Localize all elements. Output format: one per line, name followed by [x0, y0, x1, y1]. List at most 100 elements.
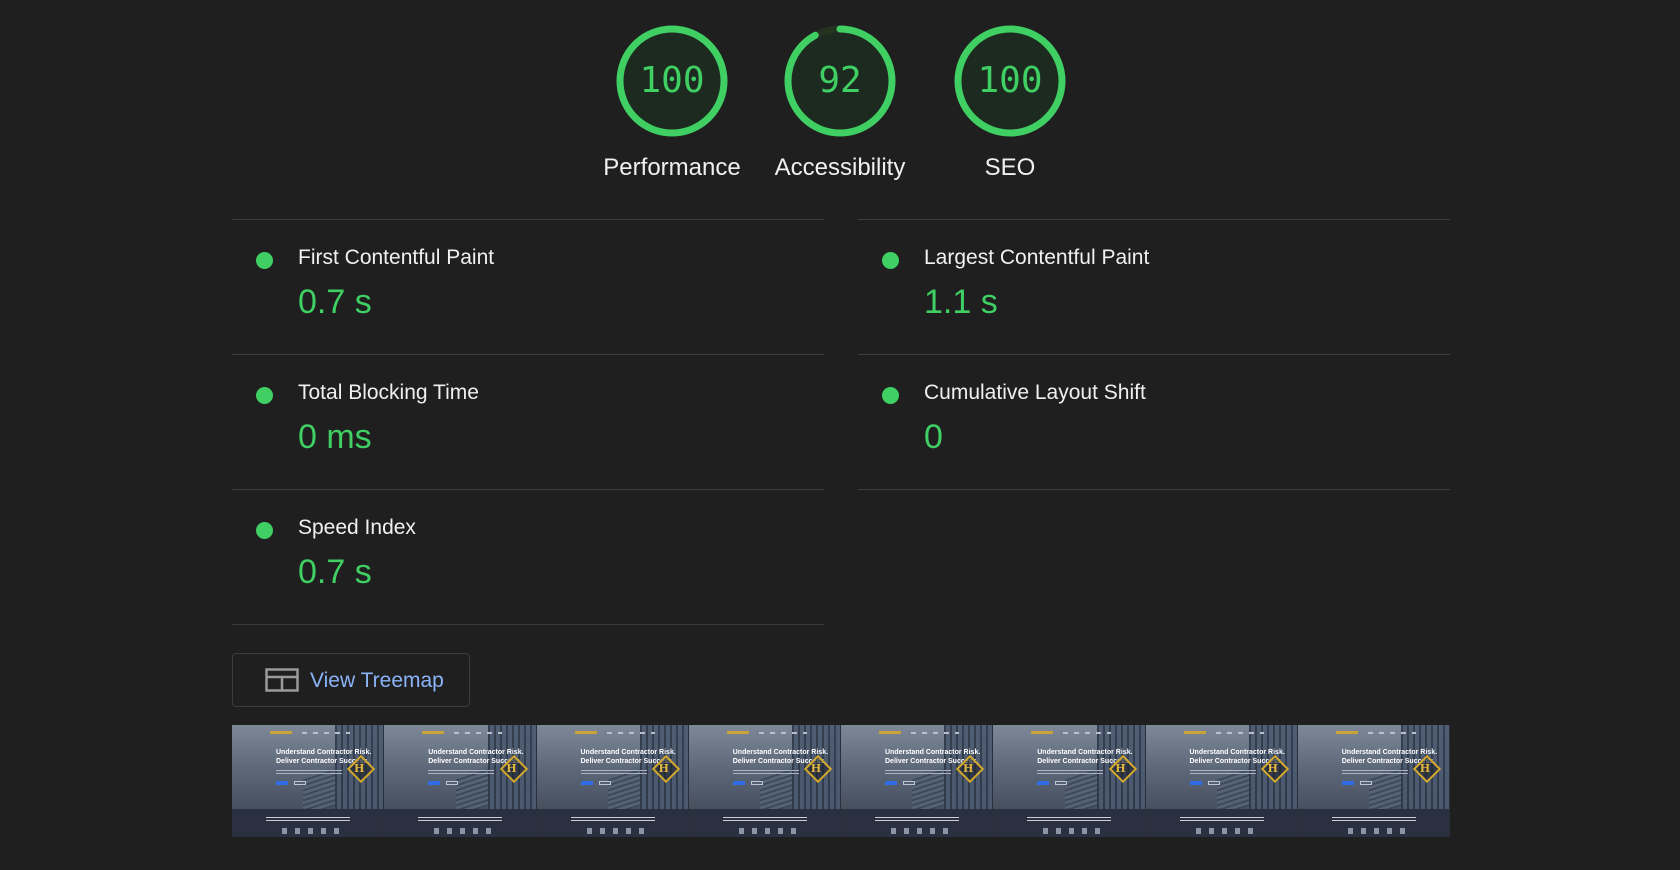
- frame-secondary-button: [446, 781, 459, 785]
- frame-footer-icons: [1043, 828, 1104, 834]
- frame-badge-letter: H: [810, 762, 822, 775]
- treemap-icon: [265, 668, 299, 692]
- frame-badge-letter: H: [354, 762, 365, 775]
- filmstrip-frame: Understand Contractor Risk. Deliver Contr…: [536, 725, 689, 837]
- frame-footer-icons: [1195, 828, 1256, 834]
- gauge-accessibility[interactable]: 92 Accessibility: [755, 24, 925, 194]
- gauge-label: Performance: [603, 154, 741, 181]
- metric-cumulative-layout-shift[interactable]: Cumulative Layout Shift 0: [858, 354, 1450, 490]
- frame-secondary-button: [1207, 781, 1220, 785]
- frame-badge-letter: H: [658, 762, 669, 775]
- metric-value: 1.1 s: [924, 283, 998, 321]
- frame-footer-text: [418, 817, 503, 821]
- frame-logo: [574, 731, 597, 734]
- frame-logo: [1335, 731, 1358, 734]
- filmstrip-frame: Understand Contractor Risk. Deliver Contr…: [993, 725, 1146, 837]
- frame-logo: [879, 731, 901, 734]
- metric-title: Speed Index: [298, 516, 416, 539]
- frame-badge-letter: H: [506, 762, 517, 775]
- frame-badge-letter: H: [1419, 762, 1431, 775]
- metric-value: 0.7 s: [298, 553, 372, 591]
- frame-footer-icons: [434, 828, 495, 834]
- pass-indicator-icon: [256, 252, 273, 269]
- view-treemap-button[interactable]: View Treemap: [232, 653, 470, 707]
- frame-secondary-button: [750, 781, 763, 785]
- pass-indicator-icon: [882, 387, 899, 404]
- metric-value: 0: [924, 418, 943, 456]
- frame-nav: [1063, 732, 1112, 734]
- frame-cta-button: [885, 781, 897, 785]
- frame-nav: [1367, 732, 1416, 734]
- frame-body-text: [885, 770, 951, 776]
- frame-footer-icons: [738, 828, 799, 834]
- frame-secondary-button: [1359, 781, 1372, 785]
- metric-title: Total Blocking Time: [298, 381, 479, 404]
- metrics-column-right: Largest Contentful Paint 1.1 s Cumulativ…: [858, 219, 1450, 490]
- metric-title: Cumulative Layout Shift: [924, 381, 1146, 404]
- frame-secondary-button: [294, 781, 306, 785]
- frame-nav: [911, 732, 959, 734]
- frame-nav: [606, 732, 655, 734]
- frame-cta-button: [428, 781, 441, 785]
- filmstrip-frame: Understand Contractor Risk. Deliver Contr…: [384, 725, 537, 837]
- frame-cta-button: [1189, 781, 1202, 785]
- metric-largest-contentful-paint[interactable]: Largest Contentful Paint 1.1 s: [858, 219, 1450, 354]
- frame-footer-text: [1027, 817, 1112, 821]
- frame-body-text: [1037, 770, 1104, 776]
- frame-footer-text: [266, 817, 350, 821]
- frame-nav: [302, 732, 350, 734]
- frame-footer-icons: [891, 828, 951, 834]
- frame-secondary-button: [598, 781, 611, 785]
- gauge-performance[interactable]: 100 Performance: [587, 24, 757, 194]
- metric-first-contentful-paint[interactable]: First Contentful Paint 0.7 s: [232, 219, 824, 354]
- frame-footer-text: [1331, 817, 1416, 821]
- frame-body-text: [428, 770, 495, 776]
- gauge-seo[interactable]: 100 SEO: [925, 24, 1095, 194]
- frame-nav: [454, 732, 503, 734]
- filmstrip-frame: Understand Contractor Risk. Deliver Contr…: [232, 725, 385, 837]
- filmstrip: Understand Contractor Risk. Deliver Contr…: [232, 725, 1450, 837]
- frame-body-text: [1341, 770, 1408, 776]
- filmstrip-frame: Understand Contractor Risk. Deliver Contr…: [841, 725, 994, 837]
- metric-speed-index[interactable]: Speed Index 0.7 s: [232, 489, 824, 625]
- frame-footer-icons: [1347, 828, 1408, 834]
- gauge-score: 92: [818, 60, 862, 101]
- gauge-score: 100: [977, 60, 1043, 101]
- frame-body-text: [276, 770, 342, 776]
- frame-body-text: [1189, 770, 1256, 776]
- frame-footer-icons: [586, 828, 647, 834]
- frame-badge-letter: H: [1267, 762, 1278, 775]
- lighthouse-report: 100 Performance 92 Accessibility 100 SEO: [0, 0, 1680, 870]
- frame-footer-text: [1179, 817, 1264, 821]
- frame-cta-button: [732, 781, 745, 785]
- frame-footer-icons: [282, 828, 342, 834]
- frame-logo: [422, 731, 445, 734]
- frame-logo: [1183, 731, 1206, 734]
- metric-title: Largest Contentful Paint: [924, 246, 1150, 269]
- frame-badge-letter: H: [963, 762, 974, 775]
- gauge-label: SEO: [984, 154, 1036, 181]
- frame-secondary-button: [1055, 781, 1068, 785]
- frame-cta-button: [1037, 781, 1050, 785]
- frame-cta-button: [580, 781, 593, 785]
- metric-title: First Contentful Paint: [298, 246, 495, 269]
- frame-body-text: [580, 770, 647, 776]
- filmstrip-frame: Understand Contractor Risk. Deliver Contr…: [688, 725, 841, 837]
- frame-secondary-button: [903, 781, 915, 785]
- frame-nav: [758, 732, 807, 734]
- metric-value: 0 ms: [298, 418, 372, 456]
- filmstrip-frame: Understand Contractor Risk. Deliver Contr…: [1297, 725, 1450, 837]
- metric-total-blocking-time[interactable]: Total Blocking Time 0 ms: [232, 354, 824, 489]
- pass-indicator-icon: [256, 522, 273, 539]
- frame-nav: [1215, 732, 1264, 734]
- pass-indicator-icon: [882, 252, 899, 269]
- frame-footer-text: [570, 817, 655, 821]
- metrics-column-left: First Contentful Paint 0.7 s Total Block…: [232, 219, 824, 625]
- view-treemap-label: View Treemap: [310, 669, 444, 692]
- frame-footer-text: [875, 817, 959, 821]
- frame-logo: [270, 731, 292, 734]
- frame-body-text: [732, 770, 799, 776]
- frame-logo: [1031, 731, 1054, 734]
- frame-logo: [726, 731, 749, 734]
- frame-badge-letter: H: [1115, 762, 1126, 775]
